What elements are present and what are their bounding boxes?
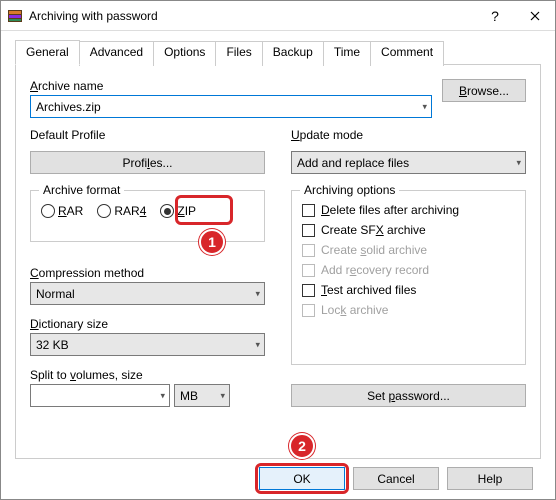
help-button[interactable]: ?: [475, 1, 515, 30]
tab-time[interactable]: Time: [323, 41, 371, 66]
app-icon: [7, 8, 23, 24]
default-profile-label: Default Profile: [30, 128, 265, 142]
archive-format-group: Archive format RAR RAR4 ZIP 1: [30, 190, 265, 242]
chevron-down-icon[interactable]: ▾: [255, 288, 260, 299]
tab-backup[interactable]: Backup: [262, 41, 324, 66]
dictionary-label: Dictionary size: [30, 317, 265, 331]
dialog-window: Archiving with password ? General Advanc…: [0, 0, 556, 500]
check-recovery: Add recovery record: [302, 263, 515, 277]
archiving-options-group: Archiving options Delete files after arc…: [291, 190, 526, 365]
radio-rar4[interactable]: RAR4: [97, 204, 146, 218]
dictionary-select[interactable]: 32 KB ▾: [30, 333, 265, 356]
tab-advanced[interactable]: Advanced: [79, 41, 154, 66]
radio-zip[interactable]: ZIP: [160, 204, 196, 218]
chevron-down-icon[interactable]: ▾: [255, 339, 260, 350]
tab-comment[interactable]: Comment: [370, 41, 444, 66]
chevron-down-icon[interactable]: ▾: [516, 157, 521, 168]
split-unit-select[interactable]: MB ▾: [174, 384, 230, 407]
tab-panel: Archive name Archives.zip ▾ Browse... De…: [15, 64, 541, 459]
archive-name-label: Archive name: [30, 79, 432, 93]
chevron-down-icon[interactable]: ▾: [160, 390, 165, 401]
archiving-options-label: Archiving options: [300, 183, 399, 197]
compression-label: Compression method: [30, 266, 265, 280]
help-footer-button[interactable]: Help: [447, 467, 533, 490]
close-button[interactable]: [515, 1, 555, 30]
tab-options[interactable]: Options: [153, 41, 216, 66]
archive-format-label: Archive format: [39, 183, 124, 197]
tab-files[interactable]: Files: [215, 41, 262, 66]
cancel-button[interactable]: Cancel: [353, 467, 439, 490]
check-lock: Lock archive: [302, 303, 515, 317]
dictionary-value: 32 KB: [36, 338, 69, 352]
tab-bar: General Advanced Options Files Backup Ti…: [1, 31, 555, 64]
archive-name-text: Archives.zip: [36, 100, 101, 114]
titlebar: Archiving with password ?: [1, 1, 555, 31]
archive-name-input[interactable]: Archives.zip ▾: [30, 95, 432, 118]
update-mode-value: Add and replace files: [297, 156, 409, 170]
chevron-down-icon[interactable]: ▾: [220, 390, 225, 401]
window-title: Archiving with password: [29, 9, 475, 23]
chevron-down-icon[interactable]: ▾: [422, 101, 427, 112]
browse-button[interactable]: Browse...: [442, 79, 526, 102]
update-mode-select[interactable]: Add and replace files ▾: [291, 151, 526, 174]
tab-general[interactable]: General: [15, 40, 80, 65]
check-test[interactable]: Test archived files: [302, 283, 515, 297]
split-size-input[interactable]: ▾: [30, 384, 170, 407]
update-mode-label: Update mode: [291, 128, 526, 142]
compression-select[interactable]: Normal ▾: [30, 282, 265, 305]
dialog-buttons: OK 2 Cancel Help: [1, 467, 555, 490]
split-unit-value: MB: [180, 389, 198, 403]
check-sfx[interactable]: Create SFX archive: [302, 223, 515, 237]
compression-value: Normal: [36, 287, 75, 301]
set-password-button[interactable]: Set password...: [291, 384, 526, 407]
check-delete-after[interactable]: Delete files after archiving: [302, 203, 515, 217]
radio-rar[interactable]: RAR: [41, 204, 83, 218]
profiles-button[interactable]: Profiles...: [30, 151, 265, 174]
ok-button[interactable]: OK: [259, 467, 345, 490]
check-solid: Create solid archive: [302, 243, 515, 257]
split-label: Split to volumes, size: [30, 368, 265, 382]
